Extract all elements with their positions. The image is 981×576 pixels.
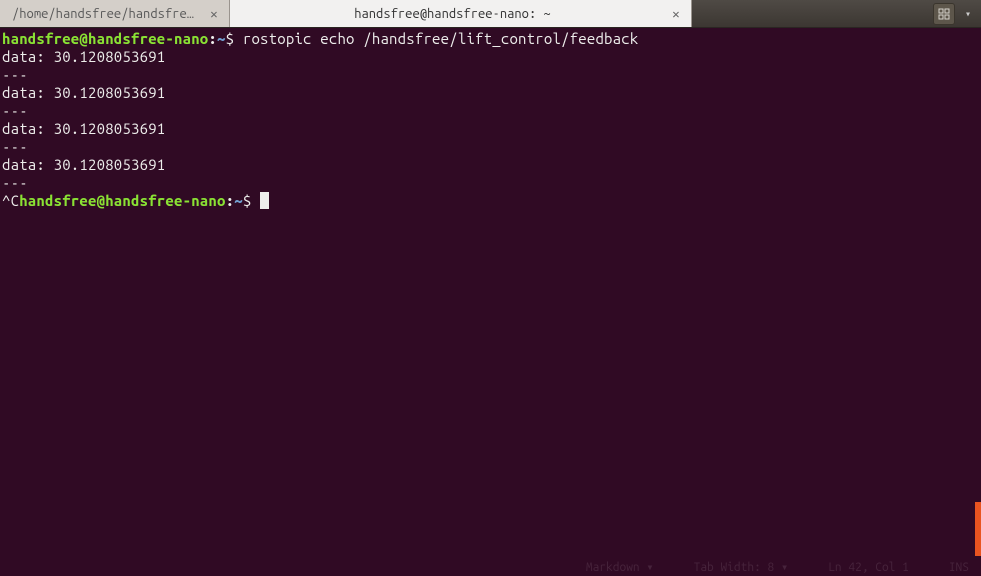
prompt-sep: :	[226, 192, 235, 209]
output-line: data: 30.1208053691	[2, 84, 979, 102]
chevron-down-icon[interactable]: ▾	[961, 7, 975, 21]
output-line: ---	[2, 102, 979, 120]
prompt-user: handsfree@handsfree-nano	[19, 192, 225, 209]
titlebar-controls: ▾	[933, 3, 981, 25]
status-insert: INS	[949, 561, 969, 574]
status-mode[interactable]: Markdown ▾	[586, 560, 654, 574]
output-line: ---	[2, 66, 979, 84]
close-icon[interactable]: ×	[207, 7, 221, 21]
status-position: Ln 42, Col 1	[828, 561, 909, 574]
close-icon[interactable]: ×	[669, 7, 683, 21]
tab-bar: /home/handsfree/handsfree/handsfree_ros_…	[0, 0, 692, 27]
prompt-user: handsfree@handsfree-nano	[2, 30, 208, 47]
prompt-path: ~	[217, 30, 226, 47]
command-text: rostopic echo /handsfree/lift_control/fe…	[243, 30, 639, 47]
command-text	[234, 30, 243, 47]
tab-label: /home/handsfree/handsfree/handsfree_ros_…	[12, 7, 201, 21]
output-line: ---	[2, 174, 979, 192]
output-line: data: 30.1208053691	[2, 120, 979, 138]
prompt-dollar: $	[226, 30, 235, 47]
window-titlebar: /home/handsfree/handsfree/handsfree_ros_…	[0, 0, 981, 28]
status-bar: Markdown ▾ Tab Width: 8 ▾ Ln 42, Col 1 I…	[0, 558, 981, 576]
output-line: data: 30.1208053691	[2, 48, 979, 66]
cursor	[260, 192, 269, 209]
scrollbar-indicator[interactable]	[975, 502, 981, 556]
tab-label: handsfree@handsfree-nano: ~	[242, 7, 663, 21]
output-line: data: 30.1208053691	[2, 156, 979, 174]
terminal-output[interactable]: handsfree@handsfree-nano:~$ rostopic ech…	[0, 28, 981, 212]
output-line: ---	[2, 138, 979, 156]
interrupt-marker: ^C	[2, 192, 19, 209]
tab-editor[interactable]: /home/handsfree/handsfree/handsfree_ros_…	[0, 0, 230, 27]
prompt-path: ~	[234, 192, 243, 209]
tab-terminal[interactable]: handsfree@handsfree-nano: ~ ×	[230, 0, 692, 27]
status-tabwidth[interactable]: Tab Width: 8 ▾	[694, 560, 789, 574]
new-tab-button[interactable]	[933, 3, 955, 25]
prompt-sep: :	[208, 30, 217, 47]
